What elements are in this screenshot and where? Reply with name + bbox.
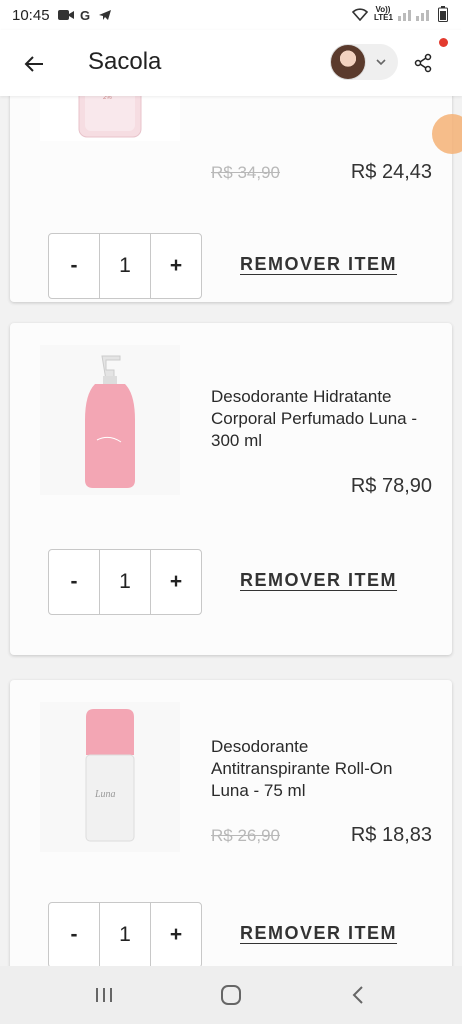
status-time: 10:45: [12, 6, 50, 24]
product-image[interactable]: Luna: [40, 702, 180, 852]
lotion-bottle-icon: [85, 355, 135, 488]
decrease-button[interactable]: -: [49, 903, 99, 966]
remove-item-link[interactable]: REMOVER ITEM: [240, 570, 397, 591]
svg-text:Luna: Luna: [94, 789, 116, 800]
battery-icon: [438, 6, 448, 22]
quantity-stepper: - 1 +: [48, 549, 202, 615]
cart-item: Desodorante Hidratante Corporal Perfumad…: [10, 323, 452, 655]
page-title: Sacola: [88, 48, 162, 75]
google-icon: G: [80, 8, 90, 22]
chevron-left-icon: [352, 986, 364, 1004]
home-button[interactable]: [211, 975, 251, 1015]
old-price: R$ 34,90: [211, 163, 280, 182]
product-image[interactable]: 2%: [40, 96, 180, 141]
status-bar: 10:45 G Vo)) LTE1: [0, 0, 462, 30]
signal-icon: [398, 10, 429, 21]
avatar: [330, 44, 366, 80]
remove-item-link[interactable]: REMOVER ITEM: [240, 254, 397, 275]
wifi-icon: [352, 8, 368, 21]
quantity-value: 1: [99, 234, 150, 298]
account-switcher[interactable]: [330, 44, 398, 80]
decrease-button[interactable]: -: [49, 234, 99, 298]
video-icon: [57, 10, 74, 20]
product-name[interactable]: Desodorante Hidratante Corporal Perfumad…: [211, 386, 431, 452]
recent-apps-button[interactable]: [84, 975, 124, 1015]
notification-dot: [439, 38, 448, 47]
increase-button[interactable]: +: [150, 903, 201, 966]
quantity-stepper: - 1 +: [48, 233, 202, 299]
decrease-button[interactable]: -: [49, 550, 99, 614]
product-name[interactable]: Desodorante Antitranspirante Roll-On Lun…: [211, 736, 431, 802]
recent-apps-icon: [95, 988, 112, 1002]
home-icon: [220, 985, 241, 1005]
price: R$ 24,43: [350, 161, 432, 183]
arrow-left-icon: [24, 56, 43, 72]
price: R$ 78,90: [350, 475, 432, 497]
back-button[interactable]: [20, 50, 48, 78]
roll-on-bottle-icon: Luna: [85, 709, 135, 842]
status-system-icons: Vo)) LTE1: [352, 6, 448, 22]
cart-item: Luna Desodorante Antitranspirante Roll-O…: [10, 680, 452, 966]
app-header: Sacola: [0, 30, 462, 96]
remove-item-link[interactable]: REMOVER ITEM: [240, 923, 397, 944]
share-icon: [414, 53, 432, 73]
increase-button[interactable]: +: [150, 550, 201, 614]
quantity-value: 1: [99, 903, 150, 966]
svg-text:2%: 2%: [103, 96, 112, 101]
old-price: R$ 26,90: [211, 826, 280, 845]
chevron-down-icon: [376, 59, 386, 66]
system-back-button[interactable]: [338, 975, 378, 1015]
system-nav-bar: [0, 966, 462, 1024]
quantity-value: 1: [99, 550, 150, 614]
status-notification-icons: G: [57, 8, 112, 22]
telegram-icon: [98, 10, 111, 20]
price: R$ 18,83: [350, 824, 432, 846]
cart-list[interactable]: 2% R$ 34,90 R$ 24,43 - 1 + REMOVER ITEM …: [0, 96, 462, 966]
network-type-label: Vo)) LTE1: [374, 5, 393, 22]
cart-item: 2% R$ 34,90 R$ 24,43 - 1 + REMOVER ITEM: [10, 96, 452, 302]
svg-text:G: G: [80, 8, 90, 22]
perfume-bottle-icon: 2%: [78, 96, 142, 137]
increase-button[interactable]: +: [150, 234, 201, 298]
share-button[interactable]: [410, 50, 436, 76]
product-image[interactable]: [40, 345, 180, 495]
quantity-stepper: - 1 +: [48, 902, 202, 966]
